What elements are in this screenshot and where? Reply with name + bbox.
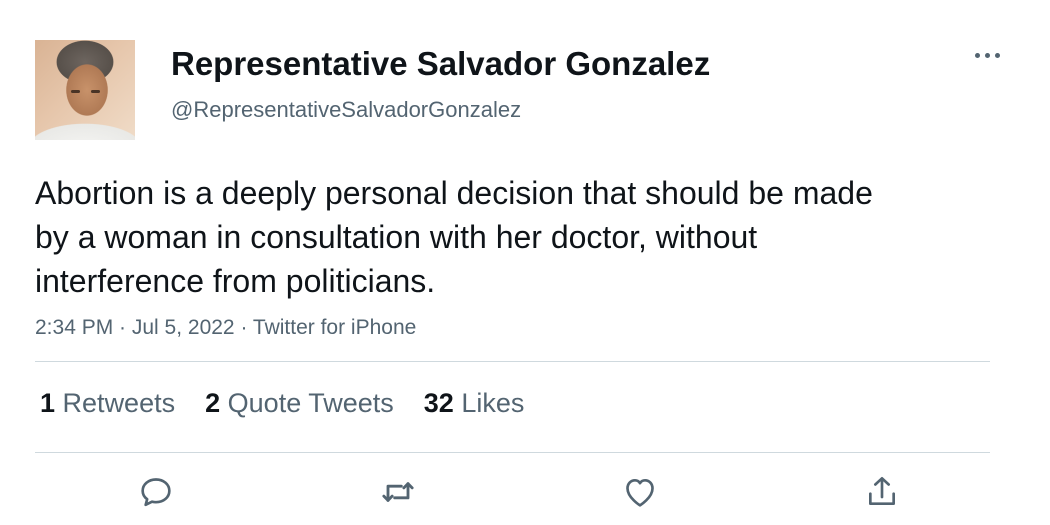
divider-top	[35, 361, 990, 362]
share-icon	[869, 477, 895, 505]
like-icon	[626, 479, 654, 507]
retweet-button[interactable]	[378, 472, 418, 512]
retweets-stat[interactable]: 1 Retweets	[40, 388, 175, 419]
reply-icon	[141, 478, 171, 507]
more-icon[interactable]	[973, 50, 1003, 64]
retweet-icon	[382, 482, 414, 502]
share-button[interactable]	[862, 472, 902, 512]
quote-tweets-stat[interactable]: 2 Quote Tweets	[205, 388, 394, 419]
avatar[interactable]	[35, 40, 135, 140]
like-button[interactable]	[620, 472, 660, 512]
divider-bottom	[35, 452, 990, 453]
quote-tweets-label: Quote Tweets	[227, 388, 394, 418]
quote-tweets-count: 2	[205, 388, 221, 418]
tweet-text: Abortion is a deeply personal decision t…	[35, 175, 873, 299]
author-handle[interactable]: @RepresentativeSalvadorGonzalez	[171, 97, 521, 123]
retweets-count: 1	[40, 388, 56, 418]
reply-button[interactable]	[136, 472, 176, 512]
avatar-eye-left	[71, 90, 80, 93]
likes-count: 32	[423, 388, 454, 418]
avatar-eye-right	[91, 90, 100, 93]
likes-label: Likes	[461, 388, 525, 418]
likes-stat[interactable]: 32 Likes	[424, 388, 525, 419]
tweet-meta[interactable]: 2:34 PM · Jul 5, 2022 · Twitter for iPho…	[35, 316, 416, 340]
retweets-label: Retweets	[62, 388, 176, 418]
author-display-name[interactable]: Representative Salvador Gonzalez	[171, 45, 710, 83]
tweet-stats: 1 Retweets 2 Quote Tweets 32 Likes	[40, 388, 524, 419]
